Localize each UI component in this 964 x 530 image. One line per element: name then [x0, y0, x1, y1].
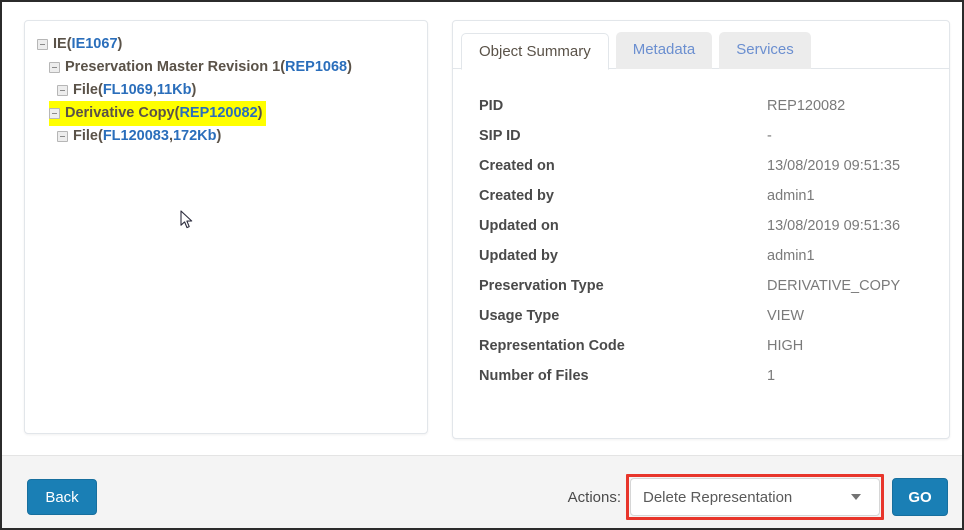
tree-node-content: Derivative Copy ( REP120082 ) — [49, 101, 266, 126]
tree-node-size: 11Kb — [157, 79, 192, 102]
tree-node-content: File ( FL120083 ,172Kb ) — [57, 124, 224, 149]
detail-row: PIDREP120082 — [479, 91, 949, 121]
tree-node-paren-close: ) — [118, 33, 123, 56]
object-detail-panel: Object SummaryMetadataServices PIDREP120… — [452, 20, 950, 439]
chevron-down-icon — [851, 494, 861, 500]
action-select-wrapper: Delete Representation — [630, 478, 880, 516]
tree-node[interactable]: File ( FL120083 ,172Kb ) — [35, 125, 417, 148]
detail-row-label: Preservation Type — [479, 278, 767, 294]
footer-bar: Back Actions: Delete Representation GO — [2, 455, 962, 528]
detail-row-label: Updated by — [479, 248, 767, 264]
object-summary-table: PIDREP120082SIP ID-Created on13/08/2019 … — [453, 69, 949, 391]
detail-row-value: REP120082 — [767, 98, 845, 114]
collapse-minus-icon[interactable] — [49, 62, 60, 73]
tree-node[interactable]: File ( FL1069 ,11Kb ) — [35, 79, 417, 102]
detail-row-label: SIP ID — [479, 128, 767, 144]
tree-node-id-link[interactable]: REP120082 — [179, 102, 257, 125]
detail-row-value: - — [767, 128, 772, 144]
action-select[interactable]: Delete Representation — [630, 478, 880, 516]
tree-node[interactable]: Preservation Master Revision 1 ( REP1068… — [35, 56, 417, 79]
detail-row-label: Created on — [479, 158, 767, 174]
tree-node-id-link[interactable]: REP1068 — [285, 56, 347, 79]
tree-node-paren-close: ) — [217, 125, 222, 148]
tree-node-content: Preservation Master Revision 1 ( REP1068… — [49, 55, 355, 80]
application-window: IE ( IE1067 )Preservation Master Revisio… — [0, 0, 964, 530]
object-tree-list: IE ( IE1067 )Preservation Master Revisio… — [35, 33, 417, 148]
detail-row: Representation CodeHIGH — [479, 331, 949, 361]
detail-row-label: Updated on — [479, 218, 767, 234]
detail-row-label: PID — [479, 98, 767, 114]
tree-node-label: IE — [53, 33, 67, 56]
detail-row: Number of Files1 — [479, 361, 949, 391]
go-button[interactable]: GO — [892, 478, 948, 516]
detail-row-label: Usage Type — [479, 308, 767, 324]
tree-node-label: Preservation Master Revision 1 — [65, 56, 280, 79]
tree-node-content: IE ( IE1067 ) — [37, 32, 125, 57]
detail-tab-bar: Object SummaryMetadataServices — [453, 21, 949, 69]
tree-node[interactable]: IE ( IE1067 ) — [35, 33, 417, 56]
detail-row: Preservation TypeDERIVATIVE_COPY — [479, 271, 949, 301]
tree-node-label: Derivative Copy — [65, 102, 175, 125]
collapse-minus-icon[interactable] — [49, 108, 60, 119]
tree-node-size: 172Kb — [173, 125, 217, 148]
detail-row: Usage TypeVIEW — [479, 301, 949, 331]
tree-node-label: File — [73, 79, 98, 102]
detail-row: SIP ID- — [479, 121, 949, 151]
detail-row-label: Representation Code — [479, 338, 767, 354]
detail-row-label: Created by — [479, 188, 767, 204]
detail-row-value: 13/08/2019 09:51:36 — [767, 218, 900, 234]
detail-row-label: Number of Files — [479, 368, 767, 384]
tree-node-paren-close: ) — [258, 102, 263, 125]
content-area: IE ( IE1067 )Preservation Master Revisio… — [2, 2, 962, 455]
tree-node-id-link[interactable]: IE1067 — [72, 33, 118, 56]
object-tree-panel: IE ( IE1067 )Preservation Master Revisio… — [24, 20, 428, 434]
back-button[interactable]: Back — [27, 479, 97, 515]
tree-node-label: File — [73, 125, 98, 148]
detail-row-value: VIEW — [767, 308, 804, 324]
tab-metadata[interactable]: Metadata — [616, 32, 713, 69]
detail-row: Created byadmin1 — [479, 181, 949, 211]
detail-row: Updated on13/08/2019 09:51:36 — [479, 211, 949, 241]
tab-services[interactable]: Services — [719, 32, 811, 69]
actions-label: Actions: — [568, 489, 621, 506]
detail-row-value: DERIVATIVE_COPY — [767, 278, 900, 294]
detail-row-value: 1 — [767, 368, 775, 384]
collapse-minus-icon[interactable] — [57, 85, 68, 96]
collapse-minus-icon[interactable] — [37, 39, 48, 50]
tree-node-id-link[interactable]: FL1069 — [103, 79, 153, 102]
tree-node-content: File ( FL1069 ,11Kb ) — [57, 78, 199, 103]
tree-node-paren-close: ) — [192, 79, 197, 102]
action-select-value: Delete Representation — [643, 489, 843, 506]
tree-node[interactable]: Derivative Copy ( REP120082 ) — [35, 102, 417, 125]
detail-row: Created on13/08/2019 09:51:35 — [479, 151, 949, 181]
actions-area: Actions: Delete Representation GO — [568, 478, 948, 516]
detail-row-value: admin1 — [767, 188, 815, 204]
tree-node-paren-close: ) — [347, 56, 352, 79]
detail-row-value: admin1 — [767, 248, 815, 264]
tree-node-id-link[interactable]: FL120083 — [103, 125, 169, 148]
detail-row-value: 13/08/2019 09:51:35 — [767, 158, 900, 174]
tab-object-summary[interactable]: Object Summary — [461, 33, 609, 70]
collapse-minus-icon[interactable] — [57, 131, 68, 142]
detail-row-value: HIGH — [767, 338, 803, 354]
detail-row: Updated byadmin1 — [479, 241, 949, 271]
